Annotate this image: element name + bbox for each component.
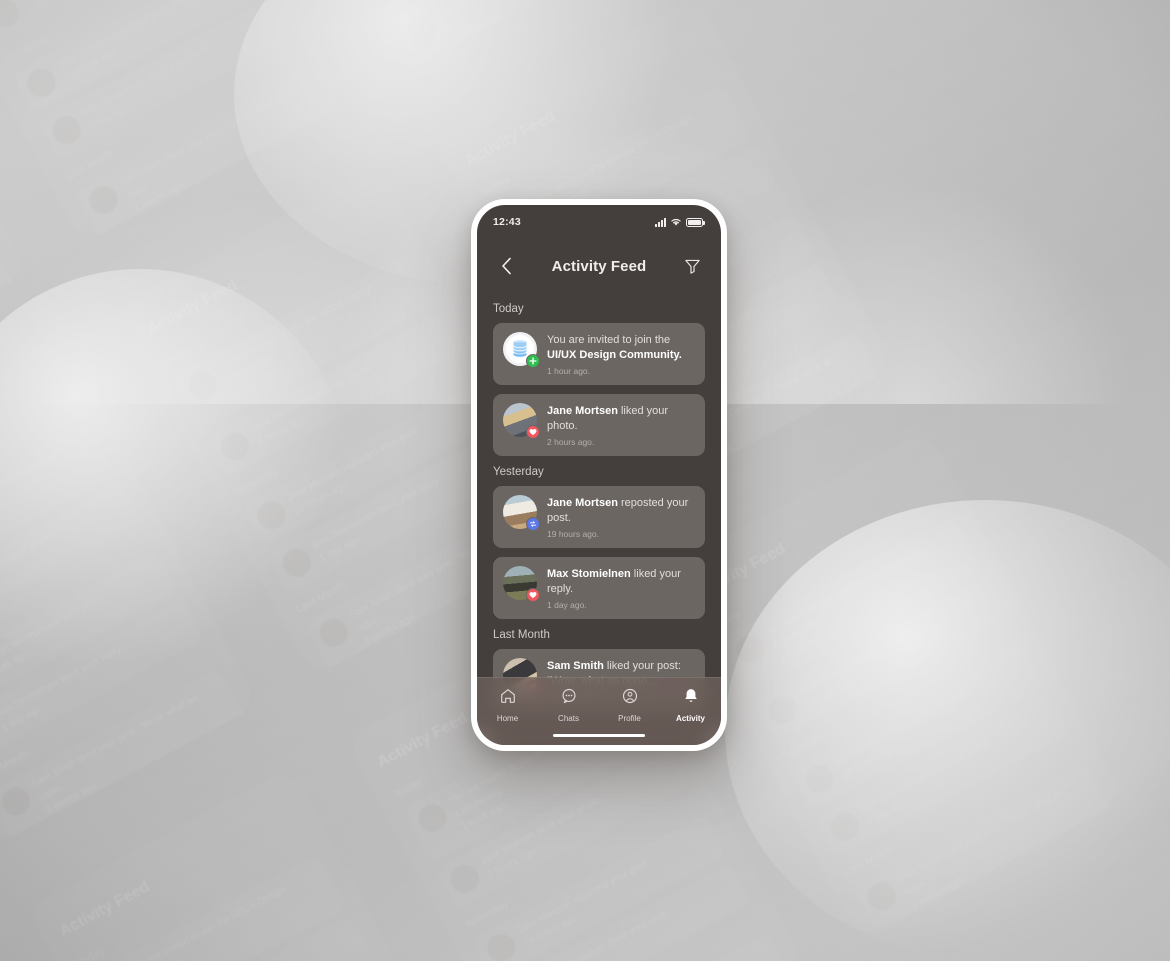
notification-text: You are invited to join the UI/UX Design… xyxy=(547,334,682,361)
notification-body: You are invited to join the UI/UX Design… xyxy=(547,332,695,376)
section-header: Yesterday xyxy=(493,466,544,479)
back-button[interactable] xyxy=(493,253,519,279)
phone-screen: 12:43 Activity Feed Today You are invite… xyxy=(477,205,721,745)
notification-text: Max Stomielnen liked your reply. xyxy=(547,568,681,595)
backdrop-ghost-card: Activity FeedTodayYou are invited to joi… xyxy=(0,0,347,244)
avatar-wrapper xyxy=(503,403,540,440)
battery-icon xyxy=(686,217,705,227)
notification-body: Jane Mortsen reposted your post. 19 hours… xyxy=(547,495,695,539)
home-indicator xyxy=(553,733,645,737)
chats-icon xyxy=(560,687,578,710)
profile-icon xyxy=(621,687,639,710)
notification-body: Jane Mortsen liked your photo. 2 hours ag… xyxy=(547,403,695,447)
notification-card[interactable]: Jane Mortsen liked your photo. 2 hours ag… xyxy=(493,394,705,457)
wifi-icon xyxy=(671,218,681,226)
notification-highlight: Jane Mortsen xyxy=(547,405,618,418)
avatar-wrapper xyxy=(503,495,540,532)
app-header: Activity Feed xyxy=(477,239,721,293)
notification-body: Max Stomielnen liked your reply. 1 day ag… xyxy=(547,566,695,610)
page-title: Activity Feed xyxy=(551,257,647,275)
status-bar-time: 12:43 xyxy=(493,216,521,228)
status-bar-icons xyxy=(655,217,705,227)
section-header: Last Month xyxy=(493,629,550,642)
nav-item-label: Chats xyxy=(558,714,579,723)
chevron-left-icon xyxy=(501,257,511,275)
status-bar: 12:43 xyxy=(477,205,721,239)
cellular-signal-icon xyxy=(655,217,666,227)
nav-item-profile[interactable]: Profile xyxy=(599,687,660,723)
notification-card[interactable]: You are invited to join the UI/UX Design… xyxy=(493,323,705,386)
filter-funnel-icon xyxy=(684,259,700,274)
notification-highlight: Jane Mortsen xyxy=(547,497,618,510)
filter-button[interactable] xyxy=(679,253,705,279)
notification-card[interactable]: Jane Mortsen reposted your post. 19 hours… xyxy=(493,486,705,549)
section-header: Today xyxy=(493,303,524,315)
notification-text: Jane Mortsen liked your photo. xyxy=(547,405,669,432)
nav-item-home[interactable]: Home xyxy=(477,687,538,723)
notification-timestamp: 2 hours ago. xyxy=(547,437,595,448)
plus-badge xyxy=(526,354,540,368)
bell-icon xyxy=(682,687,700,710)
nav-item-label: Home xyxy=(496,714,519,723)
heart-badge xyxy=(526,425,540,440)
avatar-wrapper xyxy=(503,566,540,603)
repost-badge xyxy=(526,517,540,532)
notification-text: Jane Mortsen reposted your post. xyxy=(547,497,689,524)
notification-timestamp: 1 day ago. xyxy=(547,600,587,611)
notification-highlight: Max Stomielnen xyxy=(547,568,631,581)
nav-item-chats[interactable]: Chats xyxy=(538,687,599,723)
notification-highlight: Sam Smith xyxy=(547,660,604,673)
notification-timestamp: 1 hour ago. xyxy=(547,366,591,377)
home-icon xyxy=(499,687,517,710)
notification-timestamp: 19 hours ago. xyxy=(547,529,599,540)
nav-item-activity[interactable]: Activity xyxy=(660,687,721,723)
nav-item-label: Activity xyxy=(676,714,705,723)
avatar-wrapper xyxy=(503,332,540,368)
notification-highlight: UI/UX Design Community. xyxy=(547,348,682,361)
nav-item-label: Profile xyxy=(618,714,641,723)
notification-card[interactable]: Max Stomielnen liked your reply. 1 day ag… xyxy=(493,557,705,620)
phone-mockup-frame: 12:43 Activity Feed Today You are invite… xyxy=(471,199,727,751)
heart-badge xyxy=(526,588,540,603)
